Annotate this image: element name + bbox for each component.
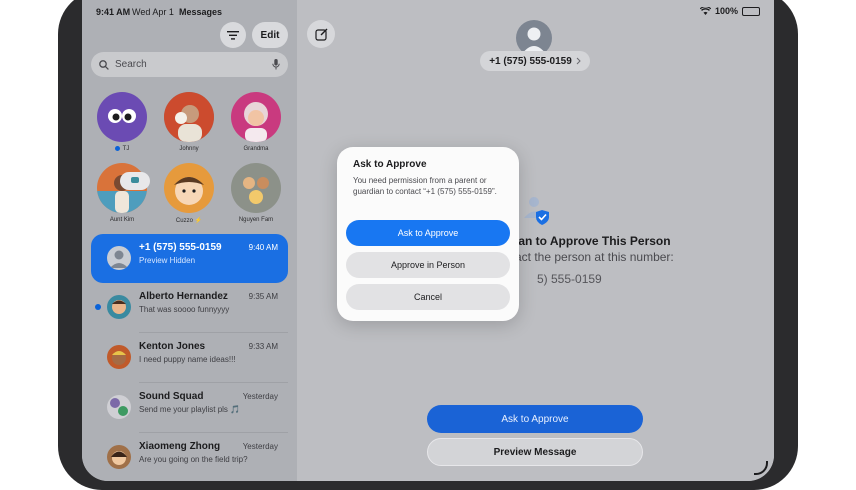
pinned-name: Grandma: [243, 146, 269, 152]
alert-message: You need permission from a parent or gua…: [353, 176, 497, 196]
avatar: [97, 92, 147, 142]
conversation-name: Kenton Jones: [139, 341, 206, 352]
avatar: [231, 92, 281, 142]
filter-button[interactable]: [220, 22, 246, 48]
conversation-time: 9:35 AM: [248, 292, 278, 301]
status-date: Wed Apr 1: [132, 7, 174, 17]
battery-icon: [742, 6, 760, 16]
filter-icon: [227, 30, 239, 40]
avatar: [164, 92, 214, 142]
contact-number: +1 (575) 555-0159: [489, 55, 572, 67]
ask-to-approve-button[interactable]: Ask to Approve: [427, 405, 643, 433]
search-field[interactable]: Search: [91, 52, 288, 77]
status-right: 100%: [699, 6, 760, 16]
chevron-right-icon: [576, 57, 581, 65]
pinned-contact[interactable]: TJ: [91, 92, 153, 152]
info-number: 5) 555-0159: [537, 272, 602, 286]
conversation-row[interactable]: Xiaomeng Zhong Yesterday Are you going o…: [91, 433, 288, 481]
avatar: [231, 163, 281, 213]
typing-bubble: [120, 172, 150, 190]
edit-button[interactable]: Edit: [252, 22, 288, 48]
conversation-row[interactable]: +1 (575) 555-0159 9:40 AM Preview Hidden: [91, 234, 288, 283]
pinned-name: Nguyen Fam: [238, 217, 274, 223]
pinned-contact[interactable]: Nguyen Fam: [225, 163, 287, 223]
compose-icon: [314, 28, 327, 41]
conversation-name: Alberto Hernandez: [139, 291, 228, 302]
pinned-name: Johnny: [179, 146, 199, 152]
resize-corner[interactable]: [754, 461, 768, 475]
pinned-contact[interactable]: Cuzzo ⚡: [158, 163, 220, 224]
avatar: [107, 395, 131, 419]
status-bar: 9:41 AM Wed Apr 1 Messages 100%: [82, 0, 774, 24]
avatar: [164, 163, 214, 213]
pinned-name: Aunt Kim: [109, 217, 135, 223]
info-title: ian to Approve This Person: [515, 234, 671, 248]
conversation-time: Yesterday: [242, 442, 278, 451]
ask-to-approve-alert: Ask to Approve You need permission from …: [337, 147, 519, 321]
contact-number-pill[interactable]: +1 (575) 555-0159: [480, 51, 590, 71]
cancel-button[interactable]: Cancel: [346, 284, 510, 310]
preview-message-button[interactable]: Preview Message: [427, 438, 643, 466]
compose-button[interactable]: [307, 20, 335, 48]
conversation-sidebar: Edit Search TJ Johnny Grandma Aunt Kim C…: [82, 0, 297, 481]
alert-ask-to-approve-button[interactable]: Ask to Approve: [346, 220, 510, 246]
conversation-preview: That was soooo funnyyyy: [139, 305, 230, 314]
pinned-contact[interactable]: Johnny: [158, 92, 220, 152]
conversation-preview: Are you going on the field trip?: [139, 455, 248, 464]
pinned-name: TJ: [122, 146, 130, 153]
pinned-name: Cuzzo ⚡: [175, 218, 203, 224]
status-time: 9:41 AM: [96, 7, 131, 17]
status-app-name: Messages: [179, 7, 223, 17]
conversation-preview: Send me your playlist pls 🎵: [139, 405, 241, 414]
avatar: [107, 445, 131, 469]
conversation-preview: Preview Hidden: [139, 256, 196, 265]
unread-dot: [95, 304, 101, 310]
approve-in-person-button[interactable]: Approve in Person: [346, 252, 510, 278]
avatar: [107, 345, 131, 369]
conversation-row[interactable]: Alberto Hernandez 9:35 AM That was soooo…: [91, 283, 288, 332]
conversation-time: Yesterday: [242, 392, 278, 401]
pinned-contact[interactable]: Grandma: [225, 92, 287, 152]
conversation-time: 9:33 AM: [248, 342, 278, 351]
wifi-icon: [699, 7, 711, 15]
conversation-name: +1 (575) 555-0159: [139, 242, 222, 253]
conversation-preview: I need puppy name ideas!!!: [139, 355, 236, 364]
conversation-time: 9:40 AM: [248, 243, 278, 252]
microphone-icon[interactable]: [272, 59, 280, 70]
avatar: [107, 246, 131, 270]
conversation-name: Sound Squad: [139, 391, 204, 402]
search-icon: [99, 59, 109, 70]
alert-title: Ask to Approve: [353, 159, 427, 170]
conversation-row[interactable]: Kenton Jones 9:33 AM I need puppy name i…: [91, 333, 288, 382]
battery-percent: 100%: [714, 6, 738, 16]
person-shield-icon: [520, 194, 552, 231]
search-placeholder: Search: [115, 59, 147, 70]
conversation-name: Xiaomeng Zhong: [139, 441, 221, 452]
conversation-row[interactable]: Sound Squad Yesterday Send me your playl…: [91, 383, 288, 432]
avatar: [107, 295, 131, 319]
info-subtitle: ntact the person at this number:: [505, 250, 674, 264]
unread-dot: [114, 146, 120, 151]
